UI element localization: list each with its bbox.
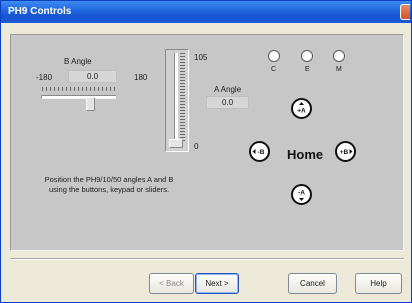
back-button[interactable]: < Back bbox=[149, 273, 194, 294]
b-plus-button[interactable]: +B bbox=[335, 141, 356, 162]
a-angle-slider-track bbox=[174, 53, 178, 143]
b-plus-icon: +B bbox=[340, 149, 353, 156]
b-angle-max-label: 180 bbox=[134, 73, 148, 82]
next-button[interactable]: Next > bbox=[195, 273, 239, 294]
a-angle-label: A Angle bbox=[214, 85, 242, 94]
b-angle-slider-ticks bbox=[42, 87, 116, 91]
indicator-e-label: E bbox=[305, 66, 310, 73]
indicator-e bbox=[301, 50, 313, 62]
close-button[interactable] bbox=[400, 4, 410, 20]
a-angle-min-label: 0 bbox=[194, 142, 199, 151]
a-angle-slider-ticks bbox=[180, 53, 185, 143]
home-label[interactable]: Home bbox=[287, 147, 323, 162]
a-minus-button[interactable]: -A bbox=[291, 184, 312, 205]
dialog-window: PH9 Controls B Angle -180 0.0 180 105 0 … bbox=[0, 0, 412, 303]
instructions-text: Position the PH9/10/50 angles A and B us… bbox=[44, 175, 174, 194]
svg-text:-B: -B bbox=[258, 149, 265, 156]
cancel-button[interactable]: Cancel bbox=[288, 273, 337, 294]
a-angle-slider-thumb[interactable] bbox=[169, 138, 183, 148]
indicator-m bbox=[333, 50, 345, 62]
b-angle-value-field[interactable]: 0.0 bbox=[68, 70, 117, 83]
b-angle-slider[interactable] bbox=[41, 95, 116, 99]
indicator-c-label: C bbox=[271, 66, 277, 73]
b-angle-slider-thumb[interactable] bbox=[86, 97, 95, 111]
a-plus-icon: +A bbox=[297, 102, 306, 115]
a-angle-value-field[interactable]: 0.0 bbox=[206, 96, 249, 109]
b-minus-button[interactable]: -B bbox=[249, 141, 270, 162]
b-angle-min-label: -180 bbox=[36, 73, 53, 82]
indicator-m-label: M bbox=[336, 66, 342, 73]
b-angle-label: B Angle bbox=[64, 57, 92, 66]
footer-separator bbox=[10, 258, 404, 260]
indicator-c bbox=[268, 50, 280, 62]
a-angle-max-label: 105 bbox=[194, 53, 208, 62]
svg-text:+B: +B bbox=[340, 149, 349, 156]
a-minus-icon: -A bbox=[298, 190, 305, 201]
b-minus-icon: -B bbox=[252, 149, 265, 156]
svg-text:+A: +A bbox=[297, 108, 306, 115]
window-title: PH9 Controls bbox=[8, 6, 72, 17]
title-bar[interactable]: PH9 Controls bbox=[1, 1, 411, 23]
svg-text:-A: -A bbox=[298, 190, 305, 197]
help-button[interactable]: Help bbox=[355, 273, 402, 294]
a-plus-button[interactable]: +A bbox=[291, 98, 312, 119]
